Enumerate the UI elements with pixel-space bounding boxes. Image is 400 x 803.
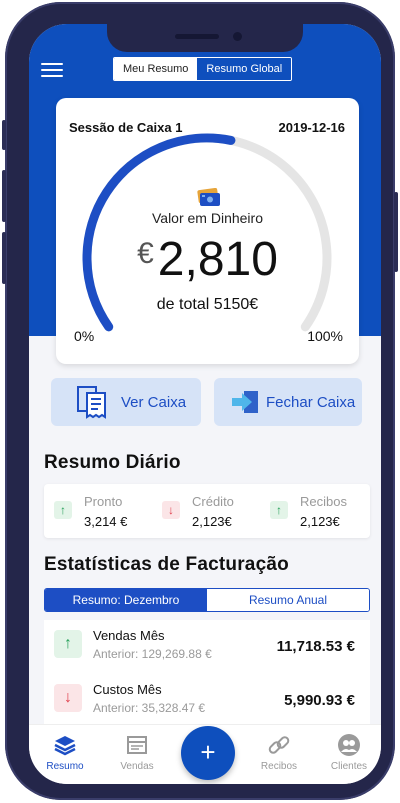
toggle-resumo-global[interactable]: Resumo Global bbox=[197, 58, 292, 80]
phone-frame: Meu Resumo Resumo Global Sessão de Caixa… bbox=[2, 2, 398, 800]
nav-label: Resumo bbox=[46, 761, 84, 772]
users-icon bbox=[338, 734, 360, 756]
arrow-up-icon: ↑ bbox=[54, 501, 72, 519]
speaker bbox=[175, 34, 219, 39]
gauge-min-label: 0% bbox=[74, 328, 95, 344]
tab-resumo-dezembro[interactable]: Resumo: Dezembro bbox=[45, 589, 207, 611]
cash-gauge bbox=[82, 133, 332, 332]
fechar-caixa-label: Fechar Caixa bbox=[266, 393, 356, 411]
mute-switch bbox=[2, 120, 6, 150]
stat-amount: 11,718.53 € bbox=[276, 638, 355, 655]
app-screen: Meu Resumo Resumo Global Sessão de Caixa… bbox=[29, 24, 381, 784]
link-icon bbox=[268, 736, 290, 754]
arrow-up-icon: ↑ bbox=[270, 501, 288, 519]
stat-amount: 5,990.93 € bbox=[284, 692, 355, 709]
daily-value: 2,123€ bbox=[192, 514, 232, 529]
estatisticas-title: Estatísticas de Facturação bbox=[44, 554, 289, 575]
daily-label: Pronto bbox=[84, 494, 123, 509]
nav-label: Vendas bbox=[120, 761, 154, 772]
add-button[interactable]: + bbox=[181, 726, 235, 780]
nav-resumo[interactable]: Resumo bbox=[35, 733, 95, 772]
resumo-diario-title: Resumo Diário bbox=[44, 452, 181, 473]
valor-label: Valor em Dinheiro bbox=[151, 210, 263, 226]
stat-row-vendas: ↑ Vendas Mês Anterior: 129,269.88 € 11,7… bbox=[44, 620, 370, 678]
toggle-meu-resumo[interactable]: Meu Resumo bbox=[114, 58, 198, 80]
layers-icon bbox=[54, 736, 76, 756]
currency-symbol: € bbox=[137, 237, 154, 270]
daily-value: 3,214 € bbox=[84, 514, 128, 529]
cash-amount: €2,810 bbox=[56, 232, 359, 287]
summary-toggle: Meu Resumo Resumo Global bbox=[113, 57, 293, 81]
menu-icon[interactable] bbox=[41, 62, 63, 78]
fechar-caixa-button[interactable]: Fechar Caixa bbox=[214, 378, 362, 426]
arrow-down-icon: ↓ bbox=[162, 501, 180, 519]
invoice-icon bbox=[127, 736, 147, 754]
ver-caixa-button[interactable]: Ver Caixa bbox=[51, 378, 201, 426]
receipt-icon bbox=[77, 386, 106, 419]
tab-resumo-anual[interactable]: Resumo Anual bbox=[207, 589, 369, 611]
stat-name: Custos Mês bbox=[93, 682, 162, 697]
money-icon bbox=[197, 188, 220, 206]
camera bbox=[233, 32, 242, 41]
gauge-max-label: 100% bbox=[307, 328, 343, 344]
total-label: de total 5150€ bbox=[156, 296, 259, 313]
daily-label: Crédito bbox=[192, 494, 234, 509]
stat-previous: Anterior: 129,269.88 € bbox=[93, 647, 212, 661]
nav-clientes[interactable]: Clientes bbox=[319, 733, 379, 772]
arrow-up-icon: ↑ bbox=[54, 630, 82, 658]
amount-value: 2,810 bbox=[157, 233, 278, 286]
nav-vendas[interactable]: Vendas bbox=[107, 733, 167, 772]
power-button bbox=[394, 192, 398, 272]
daily-summary-card: ↑ Pronto 3,214 € ↓ Crédito 2,123€ ↑ Reci… bbox=[44, 484, 370, 538]
stat-name: Vendas Mês bbox=[93, 628, 165, 643]
daily-label: Recibos bbox=[300, 494, 347, 509]
logout-icon bbox=[232, 391, 258, 413]
stats-tabs: Resumo: Dezembro Resumo Anual bbox=[44, 588, 370, 612]
arrow-down-icon: ↓ bbox=[54, 684, 82, 712]
cash-session-card: Sessão de Caixa 1 2019-12-16 Valor em Di… bbox=[56, 98, 359, 364]
daily-value: 2,123€ bbox=[300, 514, 340, 529]
nav-label: Recibos bbox=[260, 761, 298, 772]
nav-label: Clientes bbox=[330, 761, 368, 772]
notch bbox=[107, 24, 303, 52]
stat-previous: Anterior: 35,328.47 € bbox=[93, 701, 206, 715]
volume-down-button bbox=[2, 232, 6, 284]
nav-recibos[interactable]: Recibos bbox=[249, 733, 309, 772]
volume-up-button bbox=[2, 170, 6, 222]
ver-caixa-label: Ver Caixa bbox=[121, 393, 187, 411]
